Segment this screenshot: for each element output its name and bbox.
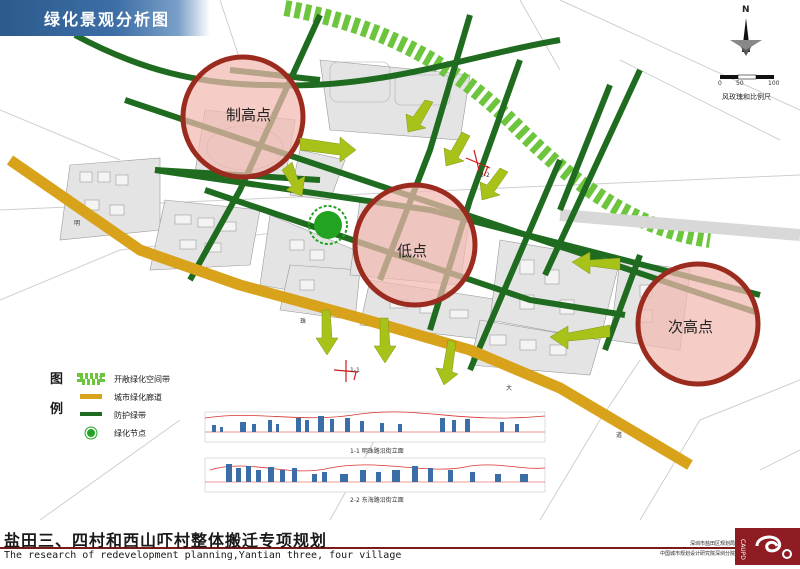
dashed-green-band-icon bbox=[77, 373, 105, 385]
north-arrow-icon bbox=[730, 18, 762, 56]
elevation-caption: 2-2 东海路沿街立面 bbox=[350, 497, 404, 504]
point-label-secondary-high: 次高点 bbox=[668, 318, 714, 336]
dark-green-belt-icon bbox=[80, 412, 102, 416]
footer-title-en: The research of redevelopment planning,Y… bbox=[4, 550, 402, 561]
org-line: 中国城市规划设计研究院深圳分院 bbox=[659, 551, 735, 557]
legend-label: 绿化节点 bbox=[114, 429, 146, 438]
scale-tick: 100 bbox=[768, 80, 780, 87]
elevation-2-2 bbox=[204, 457, 546, 493]
legend-title-char: 例 bbox=[50, 402, 64, 417]
org-line: 深圳市盐田区规划局 bbox=[689, 541, 735, 547]
section-mark-label: 1-1 bbox=[350, 367, 360, 374]
elevation-1-1 bbox=[204, 411, 546, 443]
logo-mark-icon: CAUPD bbox=[739, 535, 792, 560]
north-label: N bbox=[742, 5, 750, 15]
footer-title-cn: 盐田三、四村和西山吓村整体搬迁专项规划 bbox=[4, 531, 328, 550]
point-label-high: 制高点 bbox=[226, 106, 272, 124]
map-title: 绿化景观分析图 bbox=[44, 10, 171, 29]
elevation-caption: 1-1 明珠路沿街立面 bbox=[350, 448, 404, 455]
landscape-map bbox=[0, 0, 800, 521]
orange-corridor-icon bbox=[80, 394, 102, 399]
point-label-low: 低点 bbox=[397, 242, 428, 260]
road-char: 明 bbox=[74, 220, 81, 227]
legend-label: 城市绿化廊道 bbox=[114, 393, 162, 402]
section-mark-label: 2-2 bbox=[480, 172, 490, 179]
legend-title-char: 图 bbox=[50, 372, 64, 387]
scale-bar bbox=[720, 74, 774, 80]
logo-text: CAUPD bbox=[739, 539, 746, 560]
green-node-icon bbox=[84, 426, 98, 440]
legend-label: 开敞绿化空间带 bbox=[114, 375, 170, 384]
scale-tick: 0 bbox=[718, 80, 722, 87]
scale-tick: 50 bbox=[736, 80, 744, 87]
road-char: 珠 bbox=[300, 318, 307, 325]
road-char: 大 bbox=[506, 385, 513, 392]
legend-label: 防护绿带 bbox=[114, 411, 146, 420]
scale-caption: 风玫瑰和比例尺 bbox=[722, 93, 771, 101]
road-char: 道 bbox=[616, 432, 623, 439]
caupd-logo: CAUPD bbox=[735, 528, 800, 565]
